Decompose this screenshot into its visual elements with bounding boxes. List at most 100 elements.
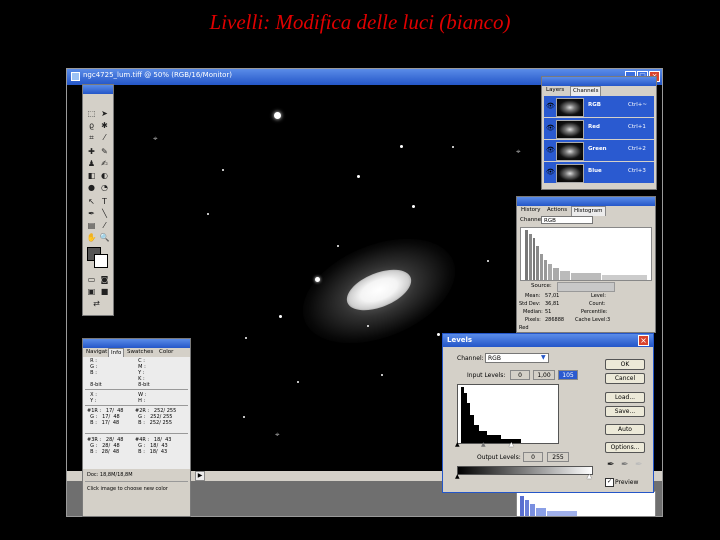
info-sampler-3: #3R : 28/ 48 G : 28/ 48 B : 28/ 48 bbox=[87, 437, 124, 455]
levels-histogram-bar bbox=[467, 403, 470, 443]
stat-level-label: Level: bbox=[591, 293, 606, 299]
save-button[interactable]: Save... bbox=[605, 406, 645, 417]
white-eyedropper-icon[interactable]: ✒ bbox=[635, 460, 643, 470]
tab-color[interactable]: Color bbox=[157, 348, 175, 357]
eye-icon[interactable]: 👁 bbox=[546, 146, 555, 154]
auto-button[interactable]: Auto bbox=[605, 424, 645, 435]
magic-wand-icon[interactable]: ✱ bbox=[99, 121, 110, 131]
levels-titlebar[interactable]: Levels × bbox=[443, 334, 653, 347]
zoom-tool-icon[interactable]: 🔍 bbox=[99, 233, 110, 243]
histogram-panel-header[interactable] bbox=[517, 197, 655, 206]
eraser-tool-icon[interactable]: ◧ bbox=[86, 171, 97, 181]
eyedropper-tool-icon[interactable]: ⁄ bbox=[99, 221, 110, 231]
histogram-strip-bar bbox=[530, 504, 535, 516]
levels-close-icon[interactable]: × bbox=[638, 335, 649, 346]
histogram-source-select[interactable] bbox=[557, 282, 615, 292]
tab-histogram[interactable]: Histogram bbox=[571, 206, 606, 216]
blur-tool-icon[interactable]: ● bbox=[86, 183, 97, 193]
ok-button[interactable]: OK bbox=[605, 359, 645, 370]
tab-actions[interactable]: Actions bbox=[545, 206, 569, 215]
preview-checkbox[interactable]: ✓ bbox=[605, 478, 614, 487]
output-white-slider-icon[interactable]: ▲ bbox=[587, 473, 592, 480]
cancel-button[interactable]: Cancel bbox=[605, 373, 645, 384]
path-select-icon[interactable]: ↖ bbox=[86, 197, 97, 207]
channel-row-green[interactable]: 👁 Green Ctrl+2 bbox=[544, 140, 654, 162]
star bbox=[207, 213, 209, 215]
levels-histogram-bar bbox=[487, 435, 501, 443]
lasso-tool-icon[interactable]: ϱ bbox=[86, 121, 97, 131]
options-button[interactable]: Options... bbox=[605, 442, 645, 453]
toolbox-header[interactable] bbox=[83, 85, 113, 94]
type-tool-icon[interactable]: T bbox=[99, 197, 110, 207]
eye-icon[interactable]: 👁 bbox=[546, 168, 555, 176]
histogram-bar bbox=[536, 246, 539, 280]
histogram-bar bbox=[533, 238, 535, 280]
levels-histogram bbox=[457, 384, 559, 444]
slice-tool-icon[interactable]: ⁄ bbox=[99, 133, 110, 143]
histogram-channel-select[interactable]: RGB bbox=[541, 216, 593, 224]
dodge-tool-icon[interactable]: ◔ bbox=[99, 183, 110, 193]
info-panel-header[interactable] bbox=[83, 339, 190, 348]
brush-tool-icon[interactable]: ✎ bbox=[99, 147, 110, 157]
load-button[interactable]: Load... bbox=[605, 392, 645, 403]
sampler-marker-icon[interactable]: ⌖ bbox=[275, 430, 280, 440]
history-brush-icon[interactable]: ✍ bbox=[99, 159, 110, 169]
output-black-slider-icon[interactable]: ▲ bbox=[455, 473, 460, 480]
crop-tool-icon[interactable]: ⌗ bbox=[86, 133, 97, 143]
scroll-right-arrow[interactable]: ▶ bbox=[195, 471, 205, 481]
gray-eyedropper-icon[interactable]: ✒ bbox=[621, 460, 629, 470]
eye-icon[interactable]: 👁 bbox=[546, 102, 555, 110]
histogram-strip bbox=[516, 491, 656, 517]
input-levels-label: Input Levels: bbox=[467, 372, 506, 379]
notes-tool-icon[interactable]: ▤ bbox=[86, 221, 97, 231]
input-black-field[interactable]: 0 bbox=[510, 370, 530, 380]
quick-mask-icon[interactable]: ◙ bbox=[99, 275, 110, 285]
move-tool-icon[interactable]: ➤ bbox=[99, 109, 110, 119]
channel-thumbnail bbox=[556, 142, 584, 161]
marquee-tool-icon[interactable]: ⬚ bbox=[86, 109, 97, 119]
info-divider bbox=[85, 405, 188, 406]
stat-cache-value: 3 bbox=[607, 317, 611, 323]
input-black-slider-icon[interactable]: ▲ bbox=[455, 441, 460, 448]
full-screen-icon[interactable]: ■ bbox=[99, 287, 110, 297]
black-eyedropper-icon[interactable]: ✒ bbox=[607, 460, 615, 470]
clone-stamp-icon[interactable]: ♟ bbox=[86, 159, 97, 169]
screen-mode-icon[interactable]: ▣ bbox=[86, 287, 97, 297]
histogram-bar bbox=[560, 271, 570, 280]
background-color-swatch[interactable] bbox=[94, 254, 108, 268]
input-gamma-field[interactable]: 1,00 bbox=[533, 370, 555, 380]
output-black-field[interactable]: 0 bbox=[523, 452, 543, 462]
sampler-marker-icon[interactable]: ⌖ bbox=[516, 147, 521, 157]
imageready-jump-icon[interactable]: ⇄ bbox=[91, 299, 102, 309]
levels-channel-value: RGB bbox=[488, 355, 501, 362]
histogram-bar bbox=[548, 264, 552, 280]
channel-row-blue[interactable]: 👁 Blue Ctrl+3 bbox=[544, 162, 654, 184]
channels-panel-header[interactable] bbox=[542, 77, 656, 86]
input-white-slider-icon[interactable]: ▲ bbox=[509, 441, 514, 448]
star bbox=[357, 175, 360, 178]
tab-swatches[interactable]: Swatches bbox=[125, 348, 155, 357]
shape-tool-icon[interactable]: ╲ bbox=[99, 209, 110, 219]
gradient-tool-icon[interactable]: ◐ bbox=[99, 171, 110, 181]
star bbox=[222, 169, 224, 171]
input-white-field[interactable]: 105 bbox=[558, 370, 578, 380]
tab-history[interactable]: History bbox=[519, 206, 543, 215]
output-white-field[interactable]: 255 bbox=[547, 452, 569, 462]
sampler-marker-icon[interactable]: ⌖ bbox=[153, 134, 158, 144]
info-cmyk-readout: C : M : Y : K : 8-bit bbox=[138, 358, 150, 388]
hand-tool-icon[interactable]: ✋ bbox=[86, 233, 97, 243]
healing-brush-icon[interactable]: ✚ bbox=[86, 147, 97, 157]
channel-row-rgb[interactable]: 👁 RGB Ctrl+~ bbox=[544, 96, 654, 118]
channel-name: Blue bbox=[588, 168, 602, 174]
chevron-down-icon[interactable]: ▼ bbox=[541, 353, 549, 363]
channel-row-red[interactable]: 👁 Red Ctrl+1 bbox=[544, 118, 654, 140]
pen-tool-icon[interactable]: ✒ bbox=[86, 209, 97, 219]
standard-mode-icon[interactable]: ▭ bbox=[86, 275, 97, 285]
tab-channels[interactable]: Channels bbox=[570, 86, 602, 96]
tab-layers[interactable]: Layers bbox=[544, 86, 566, 95]
eye-icon[interactable]: 👁 bbox=[546, 124, 555, 132]
levels-channel-select[interactable]: RGB bbox=[485, 353, 549, 363]
tab-navigator[interactable]: Navigat bbox=[84, 348, 109, 357]
input-gamma-slider-icon[interactable]: ▲ bbox=[481, 441, 486, 448]
histogram-strip-bar bbox=[520, 496, 524, 516]
